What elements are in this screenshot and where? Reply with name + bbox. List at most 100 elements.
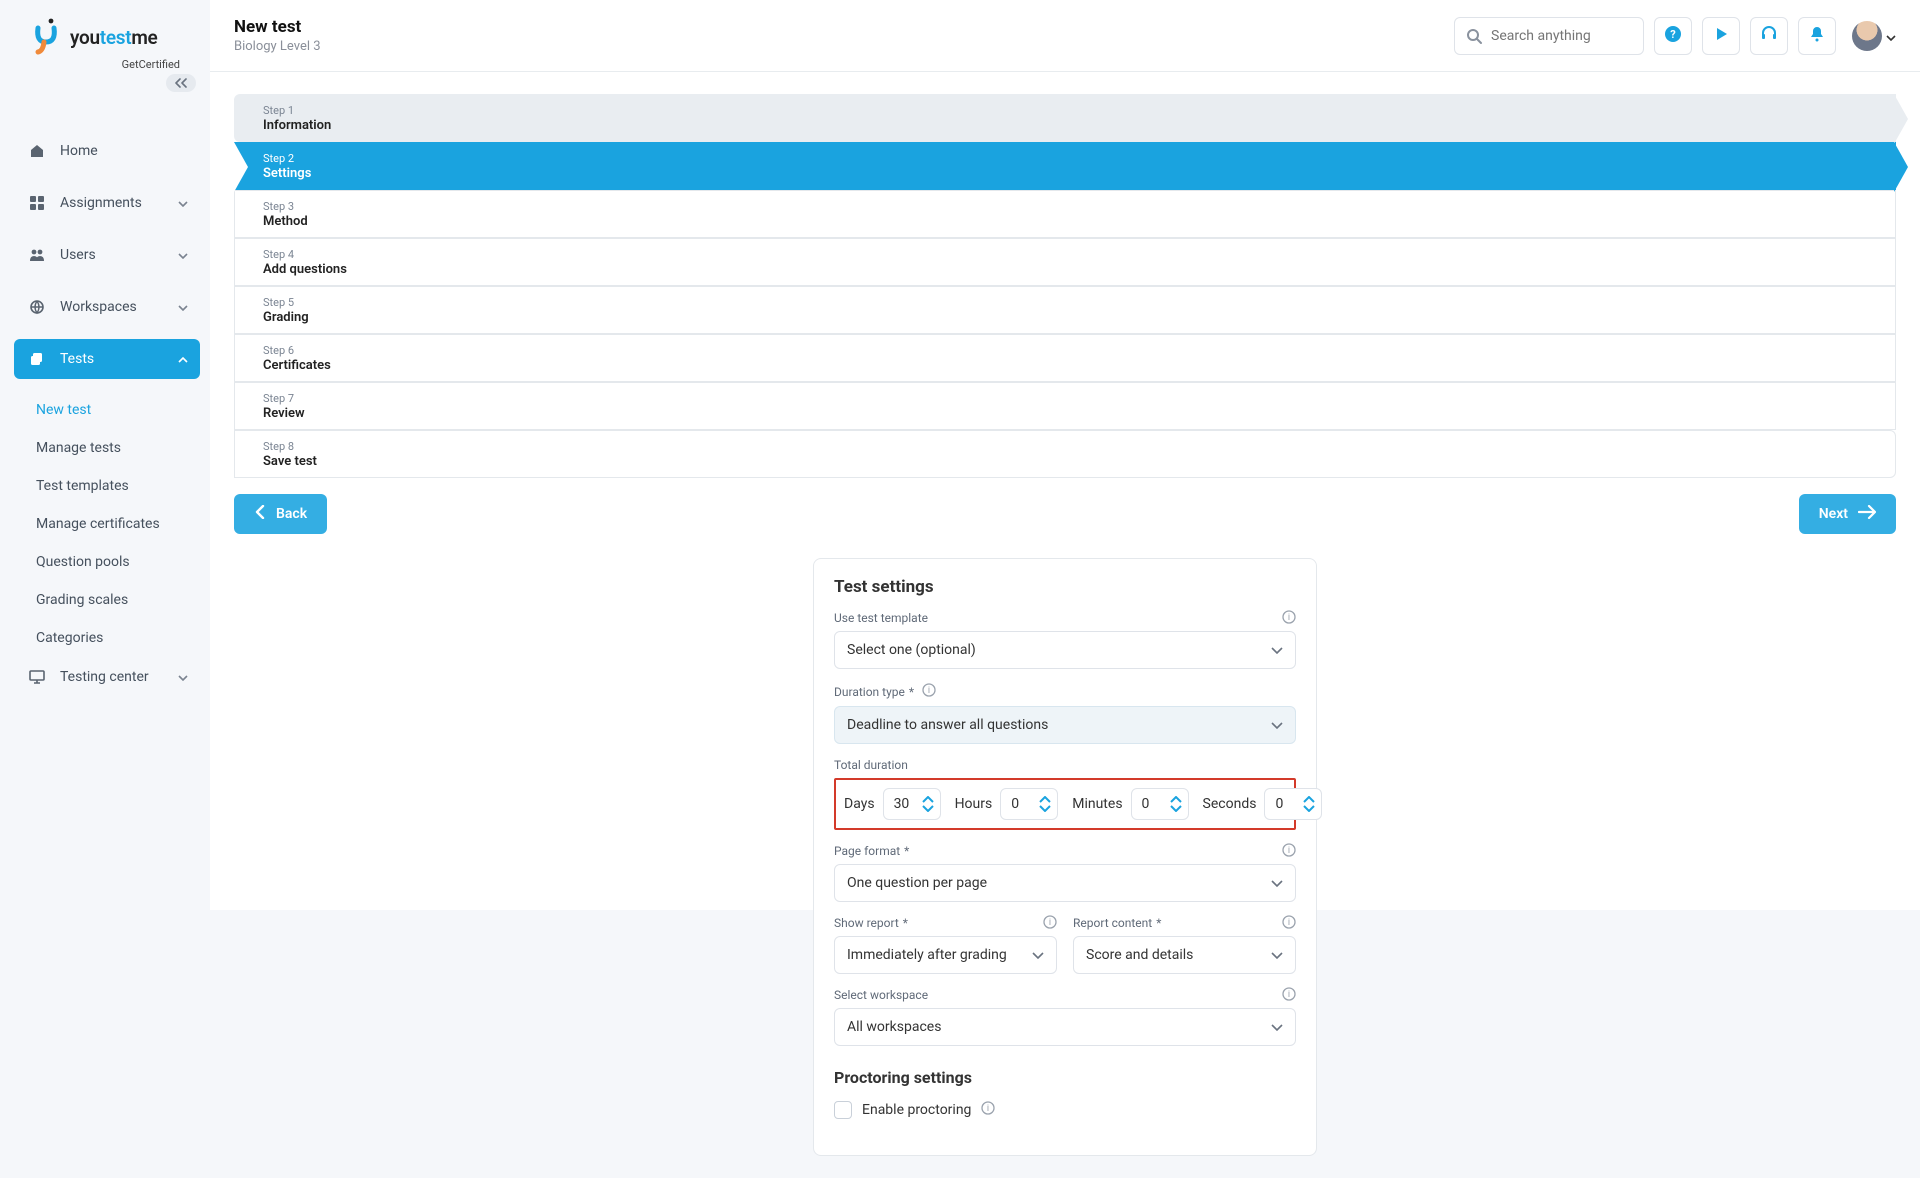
hours-stepper[interactable]: 0 — [1000, 788, 1058, 820]
info-icon[interactable]: i — [1282, 843, 1296, 860]
chevron-down-icon — [1032, 947, 1044, 963]
info-icon[interactable]: i — [1043, 915, 1057, 932]
template-select[interactable]: Select one (optional) — [834, 631, 1296, 669]
search-input[interactable] — [1491, 28, 1669, 44]
chevron-down-icon — [178, 195, 188, 211]
step-num: Step 1 — [263, 104, 1875, 117]
users-icon — [28, 247, 46, 263]
sidebar-item-label: Assignments — [60, 195, 142, 211]
total-duration-highlight: Days 30 Hours 0 Minutes 0 Seconds 0 — [834, 778, 1296, 830]
topbar-right: ? — [1454, 17, 1896, 55]
info-icon[interactable]: i — [1282, 987, 1296, 1004]
sidebar-item-users[interactable]: Users — [14, 235, 200, 275]
step-5[interactable]: Step 5Grading — [234, 286, 1896, 334]
info-icon[interactable]: i — [1282, 610, 1296, 627]
sidebar-item-tests[interactable]: Tests — [14, 339, 200, 379]
subnav-item[interactable]: Question pools — [14, 543, 200, 581]
globe-icon — [28, 299, 46, 315]
sidebar-item-workspaces[interactable]: Workspaces — [14, 287, 200, 327]
sidebar: youtestme GetCertified Home Assignments … — [0, 0, 210, 910]
help-button[interactable]: ? — [1654, 17, 1692, 55]
chevron-down-icon — [178, 247, 188, 263]
test-settings-card: Test settings Use test template i Select… — [813, 558, 1317, 1156]
content: Step 1InformationStep 2SettingsStep 3Met… — [210, 72, 1920, 1178]
brand-subtitle: GetCertified — [0, 58, 210, 71]
field-workspace: Select workspace i All workspaces — [834, 988, 1296, 1046]
step-label: Method — [263, 214, 1875, 229]
enable-proctoring-label: Enable proctoring — [862, 1102, 971, 1118]
card-title: Test settings — [834, 577, 1296, 597]
info-icon[interactable]: i — [981, 1101, 995, 1119]
spinner-arrows-icon — [1039, 796, 1051, 812]
step-num: Step 8 — [263, 440, 1875, 453]
report-content-select[interactable]: Score and details — [1073, 936, 1296, 974]
duration-type-select[interactable]: Deadline to answer all questions — [834, 706, 1296, 744]
step-label: Save test — [263, 454, 1875, 469]
page-title: New test — [234, 17, 321, 37]
field-report-row: Show report * i Immediately after gradin… — [834, 916, 1296, 974]
info-icon[interactable]: i — [922, 683, 936, 700]
step-1[interactable]: Step 1Information — [234, 94, 1896, 142]
seconds-label: Seconds — [1203, 796, 1257, 812]
svg-text:i: i — [1288, 990, 1290, 1000]
select-value: One question per page — [847, 875, 987, 891]
sidebar-item-testing-center[interactable]: Testing center — [14, 657, 200, 697]
select-value: Score and details — [1086, 947, 1193, 963]
subnav-item[interactable]: Test templates — [14, 467, 200, 505]
notifications-button[interactable] — [1798, 17, 1836, 55]
enable-proctoring-row: Enable proctoring i — [834, 1101, 1296, 1119]
info-icon[interactable]: i — [1282, 915, 1296, 932]
step-3[interactable]: Step 3Method — [234, 190, 1896, 238]
next-button[interactable]: Next — [1799, 494, 1896, 534]
brand: youtestme — [0, 12, 210, 60]
brand-text: youtestme — [70, 26, 157, 49]
subnav-item[interactable]: Manage certificates — [14, 505, 200, 543]
step-8[interactable]: Step 8Save test — [234, 430, 1896, 478]
sidebar-item-label: Workspaces — [60, 299, 137, 315]
sidebar-nav: Home Assignments Users Workspaces Tests … — [0, 71, 210, 697]
subnav-item[interactable]: Grading scales — [14, 581, 200, 619]
chevron-down-icon — [1271, 1019, 1283, 1035]
step-7[interactable]: Step 7Review — [234, 382, 1896, 430]
support-button[interactable] — [1750, 17, 1788, 55]
seconds-stepper[interactable]: 0 — [1264, 788, 1322, 820]
show-report-select[interactable]: Immediately after grading — [834, 936, 1057, 974]
assignments-icon — [28, 195, 46, 211]
enable-proctoring-checkbox[interactable] — [834, 1101, 852, 1119]
step-num: Step 3 — [263, 200, 1875, 213]
sidebar-collapse-button[interactable] — [166, 74, 196, 92]
back-button[interactable]: Back — [234, 494, 327, 534]
user-menu[interactable] — [1846, 21, 1896, 51]
days-stepper[interactable]: 30 — [883, 788, 941, 820]
days-label: Days — [844, 796, 875, 812]
subnav-item[interactable]: New test — [14, 391, 200, 429]
step-6[interactable]: Step 6Certificates — [234, 334, 1896, 382]
seconds-value: 0 — [1275, 796, 1283, 812]
chevron-down-icon — [1271, 717, 1283, 733]
subnav-item[interactable]: Manage tests — [14, 429, 200, 467]
field-label: Report content — [1073, 916, 1152, 930]
back-button-label: Back — [276, 506, 307, 522]
monitor-icon — [28, 669, 46, 685]
page-format-select[interactable]: One question per page — [834, 864, 1296, 902]
days-value: 30 — [894, 796, 910, 812]
search-box[interactable] — [1454, 17, 1644, 55]
search-icon — [1465, 27, 1483, 45]
field-duration-type: Duration type * i Deadline to answer all… — [834, 683, 1296, 744]
select-value: All workspaces — [847, 1019, 941, 1035]
subnav-item[interactable]: Categories — [14, 619, 200, 657]
sidebar-item-assignments[interactable]: Assignments — [14, 183, 200, 223]
wizard-nav-buttons: Back Next — [234, 494, 1896, 534]
workspace-select[interactable]: All workspaces — [834, 1008, 1296, 1046]
field-label: Use test template — [834, 611, 928, 625]
sidebar-item-home[interactable]: Home — [14, 131, 200, 171]
sidebar-item-label: Tests — [60, 351, 94, 367]
chevron-down-icon — [1271, 642, 1283, 658]
minutes-label: Minutes — [1072, 796, 1122, 812]
hours-value: 0 — [1011, 796, 1019, 812]
play-button[interactable] — [1702, 17, 1740, 55]
step-2[interactable]: Step 2Settings — [234, 142, 1896, 190]
minutes-stepper[interactable]: 0 — [1131, 788, 1189, 820]
step-4[interactable]: Step 4Add questions — [234, 238, 1896, 286]
chevron-up-icon — [178, 351, 188, 367]
